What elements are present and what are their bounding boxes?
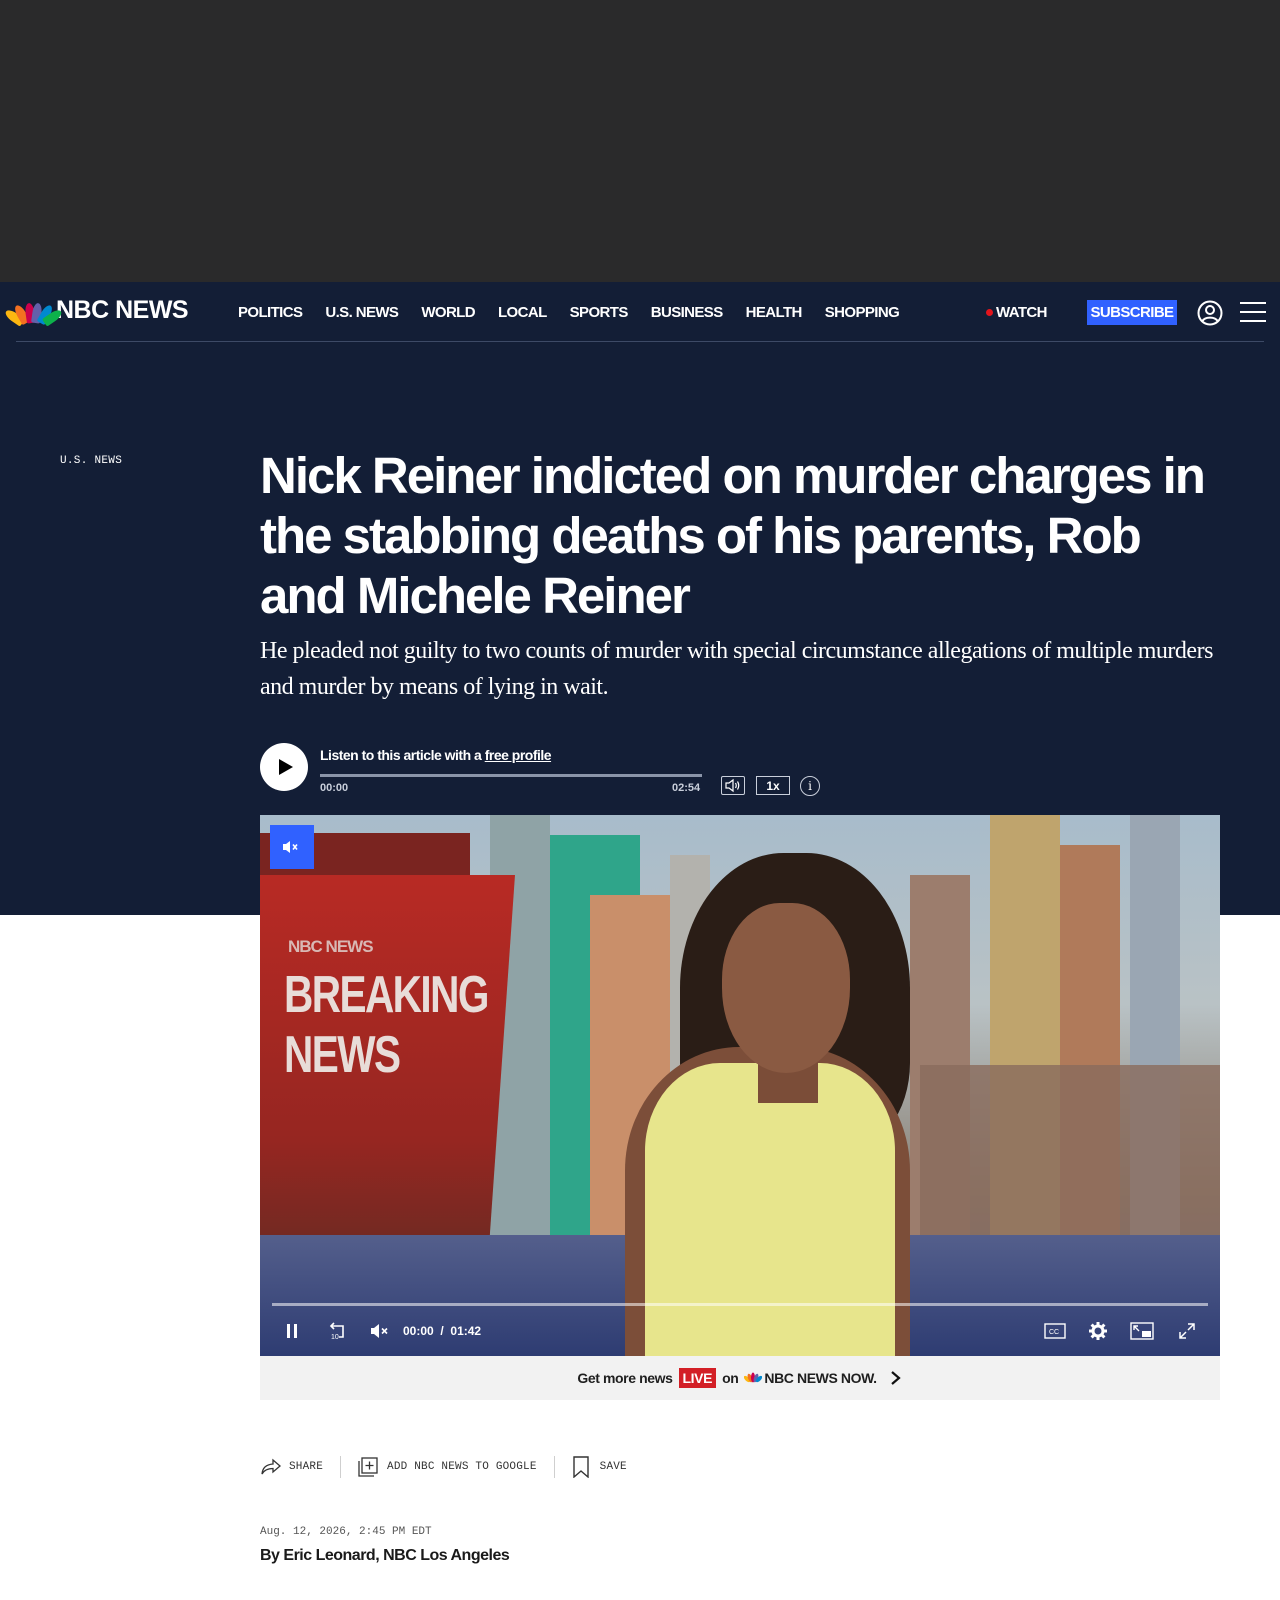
video-unmute-button[interactable]	[270, 825, 314, 869]
watch-link[interactable]: WATCH	[986, 304, 1047, 321]
promo-prefix: Get more news	[577, 1370, 673, 1386]
share-divider	[340, 1456, 342, 1478]
nav-link-local[interactable]: LOCAL	[498, 304, 547, 321]
bookmark-icon	[572, 1456, 589, 1478]
subscribe-button[interactable]: SUBSCRIBE	[1087, 300, 1177, 325]
peacock-icon	[744, 1372, 763, 1383]
pause-button[interactable]	[284, 1321, 300, 1341]
muted-speaker-icon	[283, 841, 298, 853]
save-button[interactable]: SAVE	[572, 1456, 627, 1478]
chevron-right-icon	[890, 1371, 901, 1385]
settings-button[interactable]	[1088, 1321, 1108, 1341]
add-source-icon	[358, 1457, 378, 1477]
muted-speaker-icon	[371, 1324, 388, 1338]
top-navigation: NBC NEWS POLITICS U.S. NEWS WORLD LOCAL …	[0, 282, 1280, 342]
nav-link-world[interactable]: WORLD	[421, 304, 475, 321]
add-to-google-button[interactable]: ADD NBC NEWS TO GOOGLE	[358, 1457, 537, 1477]
nav-link-health[interactable]: HEALTH	[746, 304, 803, 321]
peacock-icon	[3, 299, 64, 327]
article-dateline: Aug. 12, 2026, 2:45 PM EDT	[260, 1526, 432, 1538]
audio-progress-track[interactable]	[320, 774, 702, 777]
nbc-news-logo[interactable]: NBC NEWS	[3, 296, 189, 327]
nav-link-politics[interactable]: POLITICS	[238, 304, 303, 321]
audio-speed-button[interactable]: 1x	[756, 776, 790, 795]
nav-link-us-news[interactable]: U.S. NEWS	[325, 304, 399, 321]
video-time-total: 01:42	[450, 1324, 482, 1338]
section-label[interactable]: U.S. NEWS	[60, 455, 122, 467]
video-anchor-face	[722, 903, 850, 1073]
article-headline: Nick Reiner indicted on murder charges i…	[260, 447, 1206, 624]
audio-volume-button[interactable]	[721, 776, 745, 795]
video-time: 00:00 / 01:42	[403, 1324, 481, 1338]
logo-wordmark: NBC NEWS	[56, 296, 189, 324]
article-byline[interactable]: By Eric Leonard, NBC Los Angeles	[260, 1547, 510, 1565]
speaker-icon	[725, 778, 740, 793]
hamburger-menu-icon[interactable]	[1240, 300, 1266, 324]
video-progress-bar[interactable]	[272, 1303, 1208, 1306]
audio-time-current: 00:00	[320, 782, 349, 794]
video-mute-button[interactable]	[370, 1321, 392, 1341]
video-time-current: 00:00	[403, 1324, 434, 1338]
svg-text:10: 10	[331, 1334, 339, 1341]
video-building	[920, 1065, 1220, 1235]
fullscreen-icon	[1179, 1323, 1195, 1339]
audio-time-total: 02:54	[672, 782, 701, 794]
promo-middle: on	[722, 1370, 739, 1386]
rewind-10-button[interactable]: 10	[326, 1321, 348, 1341]
audio-prompt: Listen to this article with a free profi…	[320, 747, 552, 763]
video-time-separator: /	[440, 1324, 444, 1338]
advertisement-slot	[0, 0, 1280, 282]
audio-play-button[interactable]	[260, 743, 308, 791]
audio-prompt-text: Listen to this article with a	[320, 747, 485, 763]
video-breaking-text: BREAKING NEWS	[284, 966, 489, 1084]
add-to-google-label: ADD NBC NEWS TO GOOGLE	[387, 1461, 537, 1473]
nbc-news-now-promo[interactable]: Get more news LIVE on NBC NEWS NOW.	[260, 1356, 1220, 1400]
article-dek: He pleaded not guilty to two counts of m…	[260, 638, 1213, 700]
picture-in-picture-icon	[1130, 1322, 1154, 1340]
play-icon	[279, 759, 293, 775]
share-label: SHARE	[289, 1461, 324, 1473]
section-links: POLITICS U.S. NEWS WORLD LOCAL SPORTS BU…	[238, 304, 922, 321]
video-brand-text: NBC NEWS	[288, 937, 374, 956]
nav-link-sports[interactable]: SPORTS	[570, 304, 629, 321]
live-dot-icon	[986, 309, 993, 316]
svg-text:CC: CC	[1049, 1329, 1059, 1336]
rewind-10-icon: 10	[329, 1322, 344, 1341]
share-divider	[553, 1456, 555, 1478]
fullscreen-button[interactable]	[1178, 1321, 1196, 1341]
share-button[interactable]: SHARE	[260, 1458, 323, 1476]
captions-button[interactable]: CC	[1044, 1321, 1066, 1341]
nbc-news-now-logo: NBC NEWS NOW.	[744, 1370, 877, 1386]
free-profile-link[interactable]: free profile	[485, 747, 552, 763]
share-toolbar: SHARE ADD NBC NEWS TO GOOGLE SAVE	[260, 1455, 627, 1479]
live-badge: LIVE	[678, 1368, 717, 1388]
save-label: SAVE	[599, 1461, 627, 1473]
closed-captions-icon: CC	[1044, 1323, 1066, 1339]
video-player[interactable]: NBC NEWS BREAKING NEWS 10 00:00 / 01:42	[260, 815, 1220, 1356]
info-icon[interactable]: i	[800, 776, 820, 796]
account-circle-icon[interactable]	[1197, 300, 1223, 326]
nav-divider	[16, 341, 1264, 342]
watch-label: WATCH	[996, 304, 1047, 321]
picture-in-picture-button[interactable]	[1130, 1321, 1154, 1341]
promo-brand: NBC NEWS NOW.	[764, 1370, 877, 1386]
share-arrow-icon	[261, 1458, 281, 1475]
nav-link-shopping[interactable]: SHOPPING	[825, 304, 900, 321]
pause-icon	[287, 1324, 297, 1338]
nav-link-business[interactable]: BUSINESS	[651, 304, 723, 321]
video-anchor-dress	[645, 1063, 895, 1356]
gear-icon	[1089, 1322, 1107, 1340]
